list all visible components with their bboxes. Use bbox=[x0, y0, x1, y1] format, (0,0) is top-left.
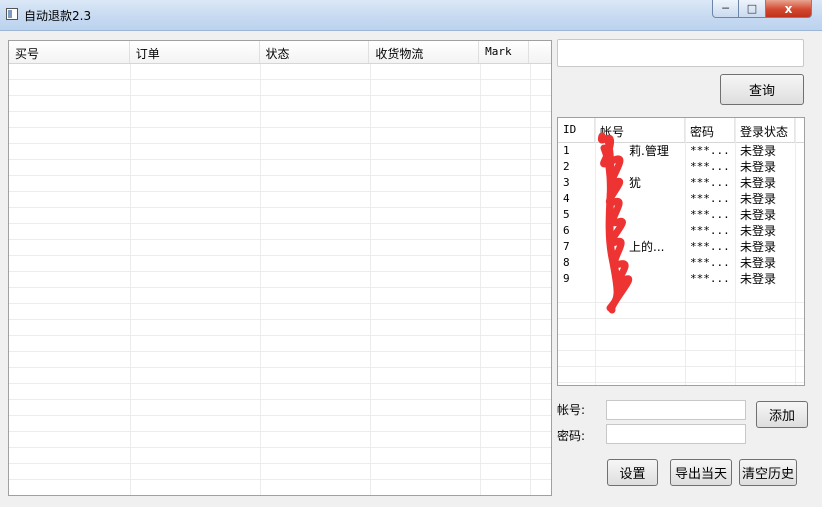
close-button[interactable]: x bbox=[766, 0, 812, 18]
maximize-icon: □ bbox=[746, 2, 758, 15]
account-input[interactable] bbox=[606, 400, 746, 420]
column-header-logistics[interactable]: 收货物流 bbox=[369, 41, 480, 63]
grid-divider bbox=[530, 64, 531, 495]
column-header-order[interactable]: 订单 bbox=[130, 41, 260, 63]
grid-divider bbox=[130, 64, 131, 495]
clear-history-button[interactable]: 清空历史 bbox=[739, 459, 797, 486]
grid-divider bbox=[480, 64, 481, 495]
password-label: 密码: bbox=[557, 429, 586, 443]
column-header-status[interactable]: 状态 bbox=[260, 41, 370, 63]
grid-divider bbox=[260, 64, 261, 495]
password-input[interactable] bbox=[606, 424, 746, 444]
orders-grid-header: 买号 订单 状态 收货物流 Mark bbox=[9, 41, 551, 64]
title-bar[interactable]: 自动退款2.3 ─ □ x bbox=[0, 0, 822, 31]
settings-button[interactable]: 设置 bbox=[607, 459, 658, 486]
close-icon: x bbox=[784, 1, 793, 16]
orders-grid-body[interactable] bbox=[9, 64, 551, 495]
grid-divider bbox=[370, 64, 371, 495]
redaction-scribble bbox=[597, 132, 633, 314]
query-button[interactable]: 查询 bbox=[720, 74, 804, 105]
orders-grid[interactable]: 买号 订单 状态 收货物流 Mark bbox=[8, 40, 552, 496]
account-label: 帐号: bbox=[557, 403, 586, 417]
export-today-button[interactable]: 导出当天 bbox=[670, 459, 732, 486]
minimize-button[interactable]: ─ bbox=[712, 0, 739, 18]
accounts-table[interactable]: ID 帐号 密码 登录状态 1 莉.管理 ***... 未登录 2 ***... 未登录 3 犹… bbox=[557, 117, 805, 386]
maximize-button[interactable]: □ bbox=[739, 0, 766, 18]
app-icon bbox=[6, 8, 18, 20]
column-header-mark[interactable]: Mark bbox=[479, 41, 530, 63]
search-input[interactable] bbox=[557, 39, 804, 67]
minimize-icon: ─ bbox=[722, 2, 729, 15]
add-account-button[interactable]: 添加 bbox=[756, 401, 808, 428]
window-title: 自动退款2.3 bbox=[24, 9, 92, 23]
column-header-buyer[interactable]: 买号 bbox=[9, 41, 130, 63]
column-header-filler bbox=[529, 41, 551, 63]
window-controls: ─ □ x bbox=[712, 0, 812, 18]
